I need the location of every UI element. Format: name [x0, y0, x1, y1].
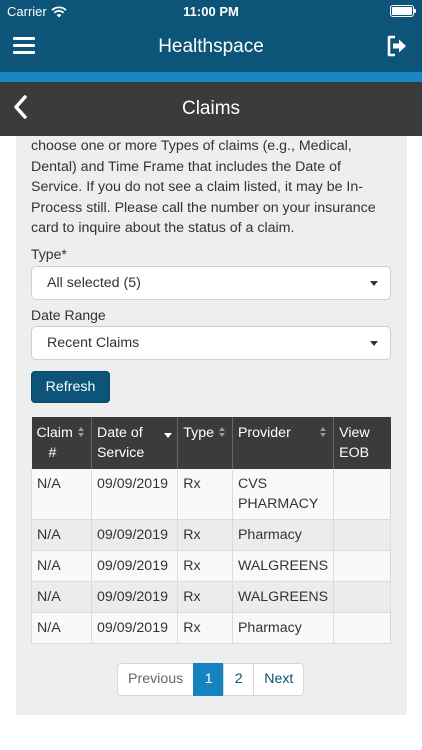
column-header-type[interactable]: Type: [177, 417, 233, 469]
page-header: Claims: [0, 82, 422, 136]
cell-type: Rx: [177, 519, 233, 551]
pagination-previous-button[interactable]: Previous: [117, 663, 195, 696]
sort-icon: [320, 427, 327, 437]
clock: 11:00 PM: [183, 4, 239, 19]
cell-type: Rx: [177, 581, 233, 613]
cell-view-eob: [333, 550, 391, 582]
cell-provider: Pharmacy: [232, 612, 335, 644]
table-row[interactable]: N/A 09/09/2019 Rx CVS PHARMACY: [31, 469, 391, 520]
table-row[interactable]: N/A 09/09/2019 Rx Pharmacy: [31, 519, 391, 551]
cell-type: Rx: [177, 612, 233, 644]
dropdown-caret-icon: [370, 341, 378, 346]
cell-date-of-service: 09/09/2019: [91, 612, 179, 644]
sort-icon: [77, 427, 85, 437]
battery-icon: [390, 5, 416, 17]
date-range-select-value: Recent Claims: [47, 335, 140, 351]
sort-descending-icon: [164, 433, 173, 438]
column-header-label: View EOB: [339, 425, 370, 461]
logout-icon[interactable]: [386, 35, 408, 62]
page-title: Claims: [181, 98, 241, 119]
type-label: Type*: [31, 246, 67, 262]
column-header-date[interactable]: Date of Service: [91, 417, 179, 469]
column-header-claim[interactable]: Claim #: [31, 417, 92, 469]
app-header: Healthspace: [0, 22, 422, 72]
cell-claim-number: N/A: [31, 550, 92, 582]
refresh-button[interactable]: Refresh: [31, 371, 110, 403]
cell-provider: WALGREENS: [232, 581, 335, 613]
type-select[interactable]: All selected (5): [31, 266, 391, 300]
cell-claim-number: N/A: [31, 612, 92, 644]
cell-view-eob: [333, 612, 391, 644]
cell-claim-number: N/A: [31, 519, 92, 551]
table-header-row: Claim # Date of Service Type Provider Vi…: [31, 417, 391, 469]
claims-panel: choose one or more Types of claims (e.g.…: [16, 136, 407, 715]
cell-claim-number: N/A: [31, 469, 92, 520]
column-header-label: Provider: [237, 425, 291, 441]
pagination: Previous 1 2 Next: [117, 663, 305, 696]
accent-bar: [0, 72, 422, 82]
sort-icon: [218, 427, 226, 437]
dropdown-caret-icon: [370, 281, 378, 286]
cell-date-of-service: 09/09/2019: [91, 469, 179, 520]
cell-date-of-service: 09/09/2019: [91, 550, 179, 582]
date-range-label: Date Range: [31, 307, 106, 323]
pagination-page-1[interactable]: 1: [193, 663, 225, 696]
table-row[interactable]: N/A 09/09/2019 Rx WALGREENS: [31, 581, 391, 613]
cell-provider: Pharmacy: [232, 519, 335, 551]
cell-type: Rx: [177, 550, 233, 582]
cell-claim-number: N/A: [31, 581, 92, 613]
table-row[interactable]: N/A 09/09/2019 Rx WALGREENS: [31, 550, 391, 582]
cell-provider: CVS PHARMACY: [232, 469, 335, 520]
cell-type: Rx: [177, 469, 233, 520]
cell-date-of-service: 09/09/2019: [91, 581, 179, 613]
date-range-select[interactable]: Recent Claims: [31, 326, 391, 360]
column-header-label: Claim #: [36, 425, 73, 461]
pagination-next-button[interactable]: Next: [253, 663, 305, 696]
column-header-view-eob: View EOB: [333, 417, 391, 469]
intro-text: choose one or more Types of claims (e.g.…: [31, 138, 376, 236]
column-header-label: Date of Service: [96, 425, 145, 461]
status-bar: Carrier 11:00 PM: [0, 0, 422, 22]
column-header-label: Type: [183, 425, 214, 441]
pagination-page-2[interactable]: 2: [223, 663, 255, 696]
type-select-value: All selected (5): [47, 275, 141, 291]
app-title: Healthspace: [158, 36, 264, 57]
cell-view-eob: [333, 519, 391, 551]
claims-table: Claim # Date of Service Type Provider Vi…: [31, 417, 391, 644]
cell-view-eob: [333, 581, 391, 613]
cell-provider: WALGREENS: [232, 550, 335, 582]
table-row[interactable]: N/A 09/09/2019 Rx Pharmacy: [31, 612, 391, 644]
cell-date-of-service: 09/09/2019: [91, 519, 179, 551]
column-header-provider[interactable]: Provider: [232, 417, 335, 469]
cell-view-eob: [333, 469, 391, 520]
